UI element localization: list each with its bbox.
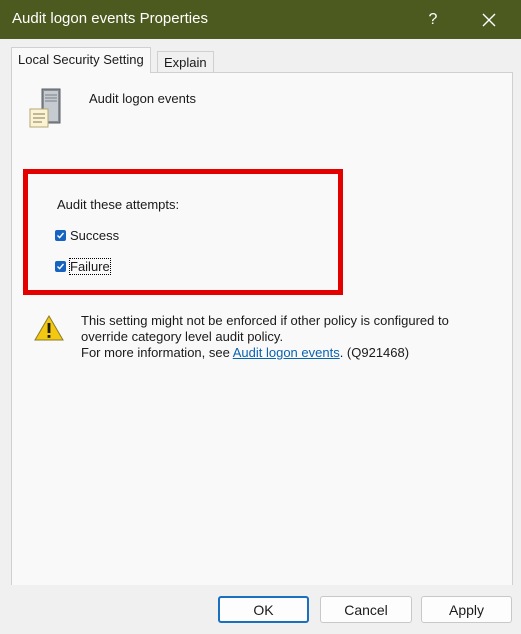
help-button[interactable]: ? <box>410 0 456 39</box>
failure-checkbox[interactable] <box>55 261 66 272</box>
warning-line-2: override category level audit policy. <box>81 329 284 344</box>
check-icon <box>57 232 65 239</box>
audit-attempts-label: Audit these attempts: <box>57 197 180 212</box>
success-checkbox[interactable] <box>55 230 66 241</box>
check-icon <box>57 263 65 270</box>
dialog-client-area: Local Security Setting Explain Audit log… <box>0 39 521 634</box>
server-icon <box>29 88 61 128</box>
audit-logon-events-link[interactable]: Audit logon events <box>233 345 340 360</box>
apply-button[interactable]: Apply <box>421 596 512 623</box>
cancel-button[interactable]: Cancel <box>320 596 412 623</box>
close-button[interactable] <box>466 0 512 39</box>
warning-line-1: This setting might not be enforced if ot… <box>81 313 449 328</box>
warning-line-3: For more information, see Audit logon ev… <box>81 345 491 361</box>
failure-checkbox-row[interactable]: Failure <box>55 258 111 275</box>
success-label: Success <box>70 228 120 243</box>
tab-panel: Audit logon events Audit these attempts:… <box>11 72 513 587</box>
warning-line-3-prefix: For more information, see <box>81 345 233 360</box>
audit-highlight-box: Audit these attempts: Success Failure <box>23 169 343 295</box>
title-bar: Audit logon events Properties ? <box>0 0 521 39</box>
help-icon: ? <box>428 10 438 28</box>
warning-line-3-suffix: . (Q921468) <box>339 345 410 360</box>
tab-explain[interactable]: Explain <box>157 51 214 73</box>
window-title: Audit logon events Properties <box>12 10 208 27</box>
ok-button[interactable]: OK <box>218 596 309 623</box>
success-checkbox-row[interactable]: Success <box>55 228 119 243</box>
close-icon <box>482 13 496 26</box>
policy-name: Audit logon events <box>89 91 196 106</box>
warning-message: This setting might not be enforced if ot… <box>81 313 491 361</box>
failure-label: Failure <box>69 258 111 275</box>
warning-icon <box>34 315 64 341</box>
tab-local-security-setting[interactable]: Local Security Setting <box>11 47 151 73</box>
